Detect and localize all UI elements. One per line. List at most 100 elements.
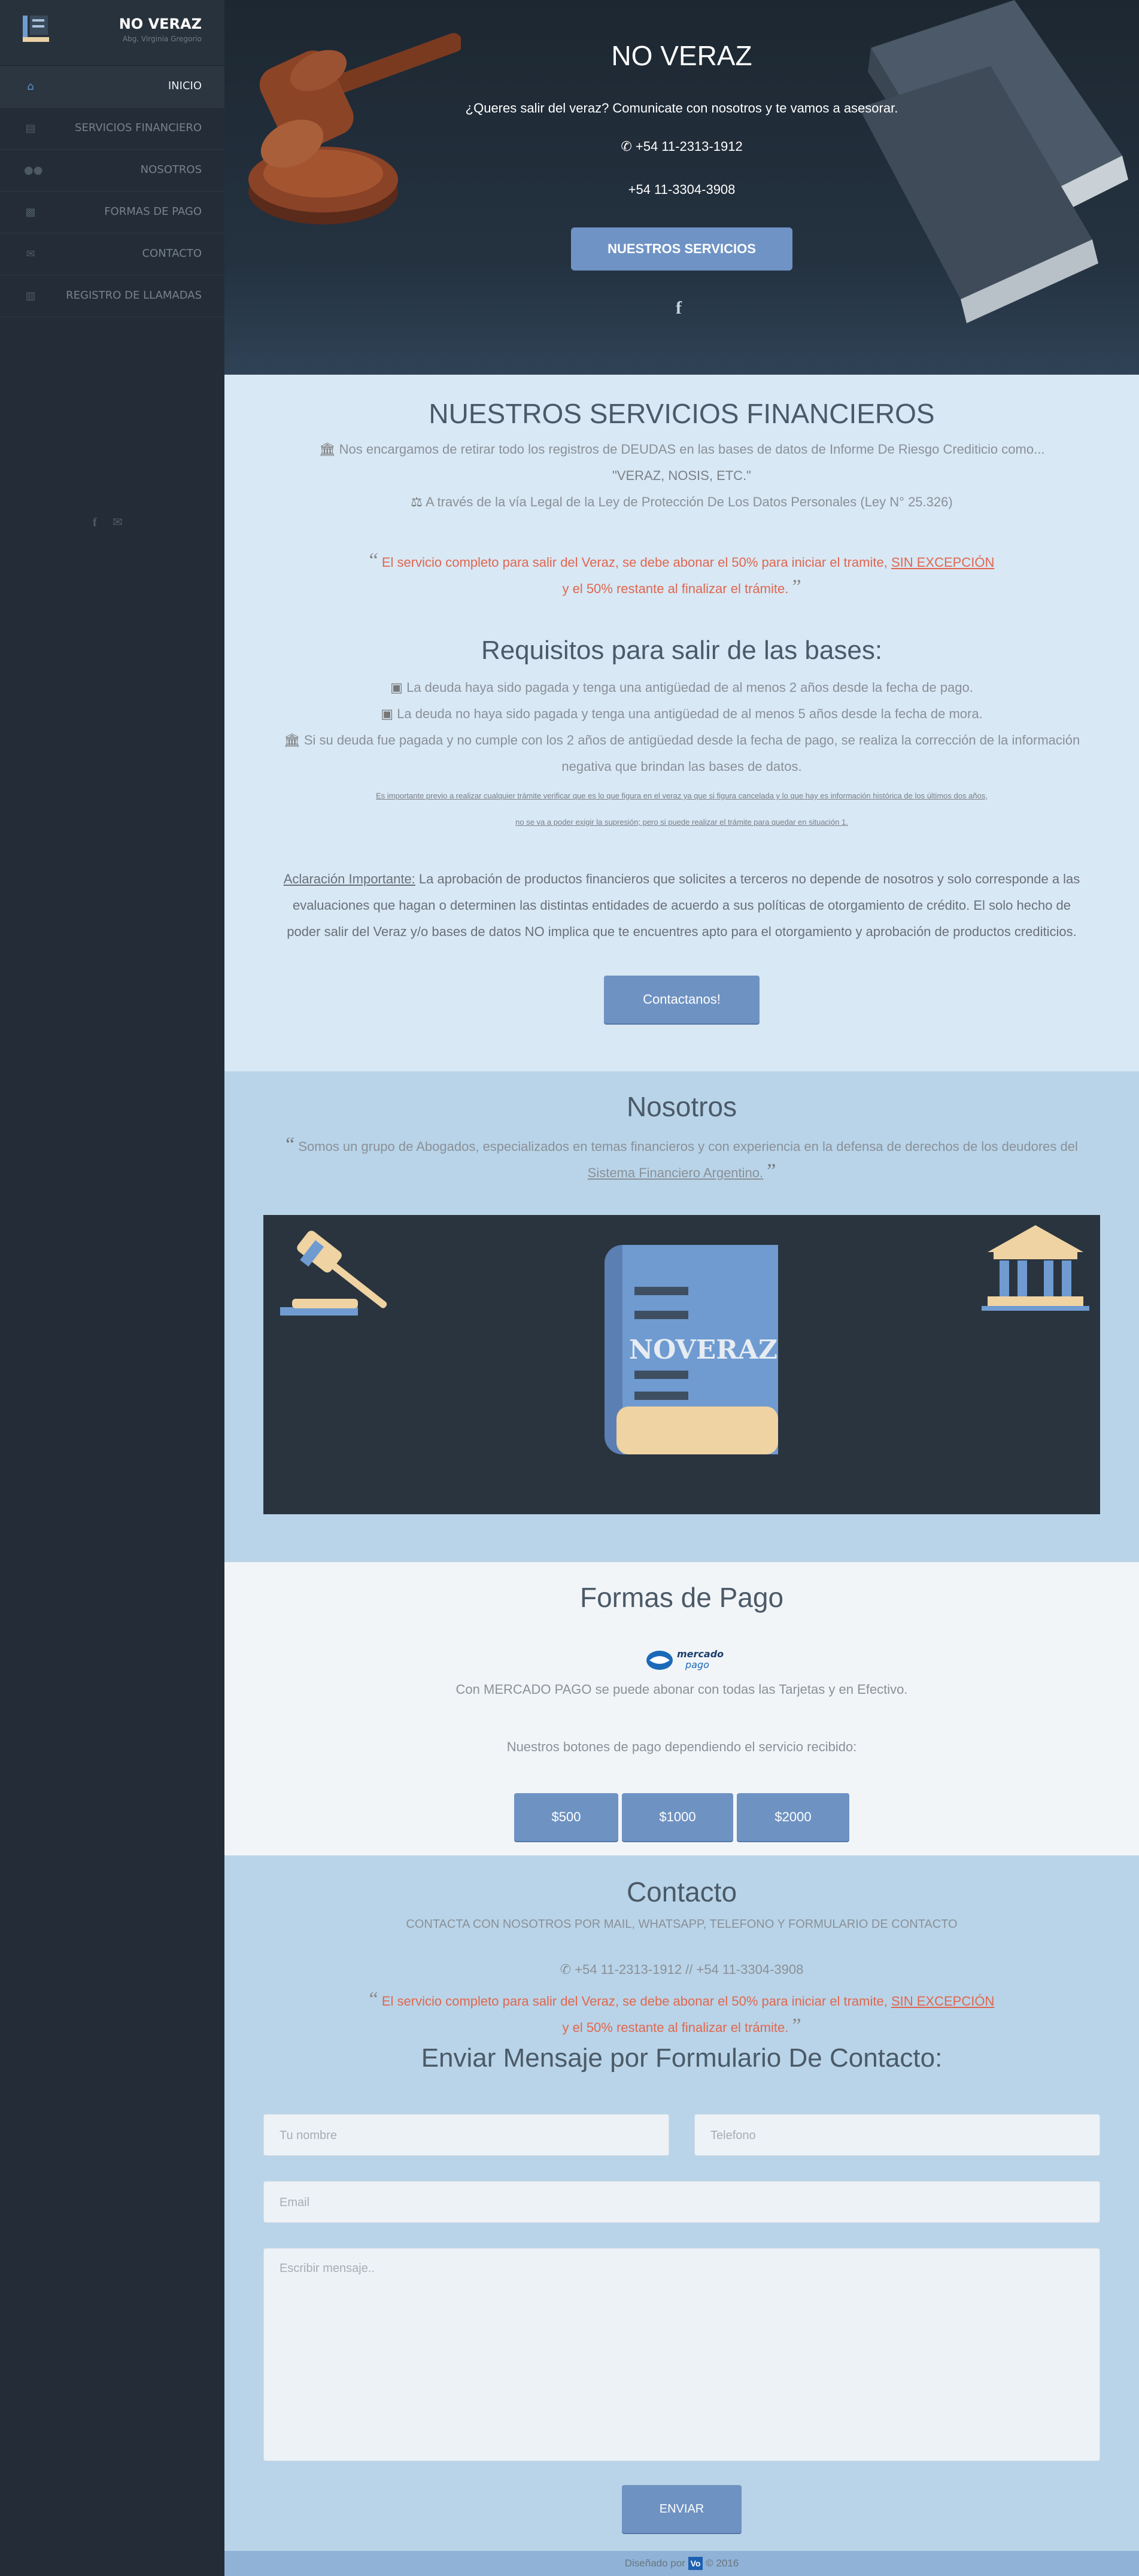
payment-text: Con MERCADO PAGO se puede abonar con tod…: [455, 1682, 908, 1697]
email-field[interactable]: Email: [263, 2181, 1100, 2223]
brand-subtitle: Abg. Virginia Gregorio: [122, 35, 202, 43]
book-title: NOVERAZ: [629, 1335, 777, 1365]
sidebar-item-contacto[interactable]: ✉ CONTACTO: [0, 233, 224, 275]
about-illustration: NOVERAZ: [263, 1215, 1100, 1514]
requirements-title: Requisitos para salir de las bases:: [481, 636, 883, 665]
mercadopago-text2: pago: [685, 1659, 709, 1670]
gavel-icon: [280, 1231, 387, 1316]
services-title: NUESTROS SERVICIOS FINANCIEROS: [429, 398, 935, 429]
sidebar-item-label: NOSOTROS: [140, 163, 202, 176]
sidebar-item-nosotros[interactable]: ●● NOSOTROS: [0, 150, 224, 192]
about-text-line1: “ Somos un grupo de Abogados, especializ…: [224, 1134, 1139, 1156]
users-icon: ●●: [24, 164, 43, 177]
services-quote-line2: y el 50% restante al finalizar el trámit…: [224, 576, 1139, 599]
sidebar-item-formas-de-pago[interactable]: ▩ FORMAS DE PAGO: [0, 192, 224, 233]
about-text-line2: Sistema Financiero Argentino. ”: [224, 1160, 1139, 1183]
payment-buttons-intro: Nuestros botones de pago dependiendo el …: [506, 1739, 857, 1754]
contact-quote-text2: y el 50% restante al finalizar el trámit…: [562, 2020, 789, 2035]
footer: Diseñado por Vo © 2016: [224, 2551, 1139, 2576]
requirement-2-text: La deuda no haya sido pagada y tenga una…: [397, 706, 983, 721]
services-quote-text2: y el 50% restante al finalizar el trámit…: [562, 581, 789, 596]
brand[interactable]: NO VERAZ Abg. Virginia Gregorio: [0, 0, 224, 66]
whatsapp-icon: ✆: [621, 139, 632, 154]
note-line2: no se va a poder exigir la supresión; pe…: [515, 818, 848, 827]
clarification-line2: evaluaciones que hagan o determinen las …: [292, 898, 1071, 913]
facebook-icon[interactable]: f: [93, 516, 97, 529]
services-line2: "VERAZ, NOSIS, ETC.": [612, 468, 751, 483]
quote-close-icon: ”: [767, 1160, 776, 1182]
sidebar-item-registro-de-llamadas[interactable]: ▥ REGISTRO DE LLAMADAS: [0, 275, 224, 317]
contact-section: Contacto CONTACTA CON NOSOTROS POR MAIL,…: [224, 1855, 1139, 2551]
scale-icon: ⚖: [411, 494, 423, 509]
facebook-icon[interactable]: f: [676, 298, 682, 318]
nuestros-servicios-button[interactable]: NUESTROS SERVICIOS: [571, 227, 792, 271]
about-text1: Somos un grupo de Abogados, especializad…: [298, 1139, 1078, 1154]
bank-building-icon: [982, 1225, 1089, 1311]
sidebar-social: f ✉: [93, 515, 135, 530]
note-line1: Es importante previo a realizar cualquie…: [376, 791, 988, 800]
home-icon: ⌂: [27, 80, 34, 93]
services-line3-text: A través de la vía Legal de la Ley de Pr…: [425, 494, 953, 509]
contact-quote-underline: SIN EXCEPCIÓN: [891, 1994, 995, 2009]
sidebar-item-servicios[interactable]: ▤ SERVICIOS FINANCIERO: [0, 108, 224, 150]
mercadopago-text1: mercado: [677, 1648, 724, 1660]
contactanos-button[interactable]: Contactanos!: [604, 976, 760, 1023]
document-icon: ▤: [25, 122, 36, 135]
sidebar-item-label: FORMAS DE PAGO: [104, 205, 202, 218]
send-button[interactable]: ENVIAR: [622, 2485, 742, 2533]
contact-phones[interactable]: ✆ +54 11-2313-1912 // +54 11-3304-3908: [224, 1962, 1139, 1977]
clarification-label: Aclaración Importante:: [283, 871, 415, 886]
contact-subtitle: CONTACTA CON NOSOTROS POR MAIL, WHATSAPP…: [406, 1918, 958, 1931]
sidebar-item-label: CONTACTO: [142, 247, 202, 260]
about-section: Nosotros “ Somos un grupo de Abogados, e…: [224, 1071, 1139, 1562]
quote-open-icon: “: [285, 1134, 295, 1156]
about-text2: Sistema Financiero Argentino.: [587, 1165, 764, 1180]
footer-text: Diseñado por: [624, 2557, 685, 2569]
services-quote-text: El servicio completo para salir del Vera…: [381, 555, 888, 570]
bank-icon: 🏛: [283, 733, 300, 748]
sidebar-item-label: REGISTRO DE LLAMADAS: [66, 289, 202, 302]
quote-close-icon: ”: [792, 576, 801, 598]
requirement-1: ▣ La deuda haya sido pagada y tenga una …: [224, 680, 1139, 695]
whatsapp-icon: ✆: [560, 1962, 572, 1977]
contact-quote-text: El servicio completo para salir del Vera…: [381, 1994, 888, 2009]
clarification-line3: poder salir del Veraz y/o bases de datos…: [287, 924, 1077, 939]
hero-section: NO VERAZ ¿Queres salir del veraz? Comuni…: [224, 0, 1139, 375]
bank-icon: 🏛: [318, 442, 336, 457]
envelope-icon[interactable]: ✉: [113, 515, 123, 529]
services-quote-underline: SIN EXCEPCIÓN: [891, 555, 995, 570]
book-icon: NOVERAZ: [605, 1245, 778, 1454]
hero-whatsapp[interactable]: ✆ +54 11-2313-1912: [224, 139, 1139, 154]
pay-2000-button[interactable]: $2000: [737, 1793, 849, 1841]
pay-500-button[interactable]: $500: [514, 1793, 618, 1841]
quote-open-icon: “: [369, 1988, 378, 2010]
logo-icon: [23, 16, 49, 42]
sidebar-item-label: SERVICIOS FINANCIERO: [75, 121, 202, 134]
file-icon: ▥: [25, 290, 36, 302]
footer-logo[interactable]: Vo: [688, 2557, 703, 2570]
requirement-3-text: Si su deuda fue pagada y no cumple con l…: [303, 733, 1080, 748]
mercadopago-icon: [646, 1651, 673, 1670]
quote-close-icon: ”: [792, 2015, 801, 2037]
money-icon: ▩: [25, 206, 36, 218]
sidebar-item-inicio[interactable]: ⌂ INICIO: [0, 66, 224, 108]
clarification-line1: Aclaración Importante: La aprobación de …: [224, 871, 1139, 887]
calendar-icon: ▣: [381, 706, 394, 721]
sidebar-item-label: INICIO: [168, 80, 202, 92]
requirement-3b: negativa que brindan las bases de datos.: [561, 759, 802, 774]
hero-title: NO VERAZ: [611, 40, 752, 71]
phone-field[interactable]: Telefono: [694, 2114, 1100, 2156]
pay-1000-button[interactable]: $1000: [622, 1793, 733, 1841]
hero-phone2[interactable]: +54 11-3304-3908: [224, 182, 1139, 198]
message-field[interactable]: Escribir mensaje..: [263, 2248, 1100, 2461]
clarification-text1: La aprobación de productos financieros q…: [418, 871, 1080, 886]
main-content: NO VERAZ ¿Queres salir del veraz? Comuni…: [224, 0, 1139, 2576]
payment-section: Formas de Pago mercado pago Con MERCADO …: [224, 1562, 1139, 1855]
hero-subtitle: ¿Queres salir del veraz? Comunicate con …: [465, 101, 898, 116]
quote-open-icon: “: [369, 549, 378, 572]
contact-quote-line1: “ El servicio completo para salir del Ve…: [224, 1988, 1139, 2011]
about-title: Nosotros: [626, 1091, 737, 1122]
name-field[interactable]: Tu nombre: [263, 2114, 669, 2156]
hero-phone1: +54 11-2313-1912: [635, 139, 743, 154]
contact-quote-line2: y el 50% restante al finalizar el trámit…: [224, 2015, 1139, 2037]
